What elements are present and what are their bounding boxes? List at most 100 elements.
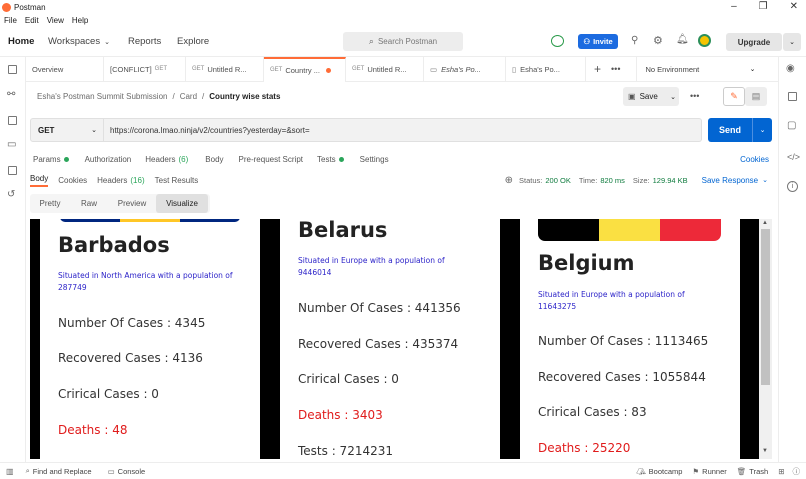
tab-eshas-postman-2[interactable]: ▯ Esha's Po...: [506, 56, 586, 82]
more-actions-icon[interactable]: •••: [690, 91, 699, 101]
resp-tab-cookies[interactable]: Cookies: [58, 176, 87, 185]
tab-untitled-request-2[interactable]: GET Untitled R...: [346, 56, 424, 82]
tab-settings[interactable]: Settings: [360, 155, 389, 164]
resp-tab-headers[interactable]: Headers (16): [97, 176, 144, 185]
console-button[interactable]: ▭ Console: [108, 467, 146, 476]
chevron-down-icon: ⌄: [670, 93, 676, 101]
find-replace-button[interactable]: ⌕ Find and Replace: [26, 466, 92, 476]
trash-button[interactable]: 🗑︎ Trash: [737, 467, 768, 476]
resp-tab-test-results[interactable]: Test Results: [155, 176, 199, 185]
close-icon[interactable]: ✕: [790, 1, 798, 12]
save-dropdown-button[interactable]: ⌄: [665, 87, 681, 106]
environments-icon[interactable]: [8, 116, 17, 125]
menu-edit[interactable]: Edit: [25, 16, 39, 25]
collections-icon[interactable]: [8, 65, 17, 74]
request-config-tabs: Params Authorization Headers (6) Body Pr…: [26, 150, 778, 168]
view-visualize[interactable]: Visualize: [156, 194, 208, 213]
flag-stripe: [180, 219, 240, 222]
send-dropdown-button[interactable]: ⌄: [752, 118, 772, 142]
tab-country-wise-stats[interactable]: GET Country ...: [264, 56, 346, 82]
menu-bar: File Edit View Help: [0, 14, 806, 27]
tab-tests[interactable]: Tests: [317, 155, 344, 164]
runner-button[interactable]: ⚑ Runner: [692, 467, 726, 476]
search-box[interactable]: ⌕ Search Postman: [343, 32, 463, 51]
chevron-down-icon: ⌄: [789, 39, 795, 46]
help-icon[interactable]: ⓘ: [793, 466, 801, 477]
flag-stripe: [60, 219, 120, 222]
tab-authorization[interactable]: Authorization: [85, 155, 132, 164]
menu-help[interactable]: Help: [72, 16, 88, 25]
tab-eshas-postman-1[interactable]: ▭ Esha's Po...: [424, 56, 506, 82]
menu-view[interactable]: View: [47, 16, 64, 25]
view-raw[interactable]: Raw: [70, 194, 108, 213]
tab-prerequest-script[interactable]: Pre-request Script: [239, 155, 303, 164]
size-value: 129.94 KB: [652, 175, 688, 185]
breadcrumb-workspace[interactable]: Esha's Postman Summit Submission: [37, 92, 167, 101]
documentation-icon[interactable]: [788, 92, 797, 101]
layout-toggle-icon[interactable]: ⊞: [778, 467, 784, 476]
sidebar-toggle-icon[interactable]: ▥: [6, 467, 14, 476]
country-deaths: Deaths : 25220: [538, 441, 631, 455]
minimize-icon[interactable]: –: [731, 1, 737, 12]
history-icon[interactable]: ↺: [7, 189, 15, 200]
settings-gear-icon[interactable]: ⚙: [653, 34, 663, 47]
visualize-scrollbar[interactable]: ▲ ▼: [759, 219, 772, 459]
workspaces-menu[interactable]: Workspaces ⌄: [48, 36, 110, 47]
invite-button[interactable]: ⚇ Invite: [578, 34, 618, 49]
tab-more-icon[interactable]: •••: [611, 64, 620, 74]
notification-bell-icon[interactable]: 🔔︎: [676, 34, 689, 45]
country-situated: Situated in North America with a populat…: [58, 271, 233, 292]
view-pretty[interactable]: Pretty: [30, 194, 70, 213]
breadcrumb-folder[interactable]: Card: [180, 92, 197, 101]
view-preview[interactable]: Preview: [108, 194, 156, 213]
code-icon[interactable]: </>: [787, 152, 800, 162]
breadcrumb-request[interactable]: Country wise stats: [209, 92, 280, 101]
environment-label: No Environment: [645, 64, 700, 74]
scroll-down-arrow-icon[interactable]: ▼: [762, 448, 768, 454]
home-link[interactable]: Home: [8, 36, 34, 47]
reports-link[interactable]: Reports: [128, 36, 161, 47]
apis-icon[interactable]: ⚯: [7, 89, 15, 100]
resp-tab-body[interactable]: Body: [30, 174, 49, 187]
comment-mode-button[interactable]: ▤: [745, 87, 767, 106]
url-input[interactable]: https://corona.lmao.ninja/v2/countries?y…: [104, 118, 702, 142]
menu-file[interactable]: File: [4, 16, 17, 25]
tab-conflict[interactable]: [CONFLICT] GET: [104, 56, 186, 82]
upgrade-dropdown-button[interactable]: ⌄: [783, 33, 801, 51]
send-button[interactable]: Send: [708, 118, 752, 142]
tab-label: Esha's Po...: [441, 64, 481, 74]
upgrade-button[interactable]: Upgrade: [726, 33, 782, 51]
country-card-belarus: Belarus Situated in Europe with a popula…: [280, 219, 500, 459]
runner-icon: ⚑: [692, 466, 700, 476]
new-tab-plus-icon[interactable]: +: [594, 62, 601, 76]
tab-headers[interactable]: Headers (6): [145, 155, 188, 164]
scroll-up-arrow-icon[interactable]: ▲: [762, 220, 768, 226]
sync-icon[interactable]: [551, 35, 564, 47]
visualize-panel: Barbados Situated in North America with …: [30, 219, 772, 459]
method-select[interactable]: GET ⌄: [30, 118, 104, 142]
upgrade-label: Upgrade: [737, 37, 771, 47]
save-response-button[interactable]: Save Response ⌄: [702, 176, 768, 185]
country-cases: Number Of Cases : 441356: [298, 301, 461, 315]
country-situated: Situated in Europe with a population of …: [298, 256, 445, 277]
edit-mode-button[interactable]: ✎: [723, 87, 745, 106]
maximize-icon[interactable]: ❐: [759, 1, 768, 12]
bootcamp-button[interactable]: ⛺︎ Bootcamp: [636, 467, 682, 476]
tab-overview[interactable]: Overview: [26, 56, 104, 82]
explore-link[interactable]: Explore: [177, 36, 209, 47]
cookies-link[interactable]: Cookies: [740, 155, 769, 164]
environment-eye-icon[interactable]: ◉: [786, 63, 795, 74]
avatar[interactable]: [698, 34, 711, 47]
mock-servers-icon[interactable]: ▭: [7, 139, 16, 150]
tab-body[interactable]: Body: [205, 155, 223, 164]
monitors-icon[interactable]: [8, 166, 17, 175]
globe-icon[interactable]: ⊕: [505, 175, 513, 186]
flag-stripe: [120, 219, 180, 222]
satellite-icon[interactable]: ⚲: [631, 35, 638, 46]
scrollbar-thumb[interactable]: [761, 229, 770, 385]
comments-icon[interactable]: ▢: [787, 120, 796, 131]
tab-untitled-request[interactable]: GET Untitled R...: [186, 56, 264, 82]
tab-params[interactable]: Params: [33, 155, 69, 164]
environment-select[interactable]: No Environment ⌄: [636, 56, 761, 82]
info-icon[interactable]: i: [787, 181, 798, 192]
